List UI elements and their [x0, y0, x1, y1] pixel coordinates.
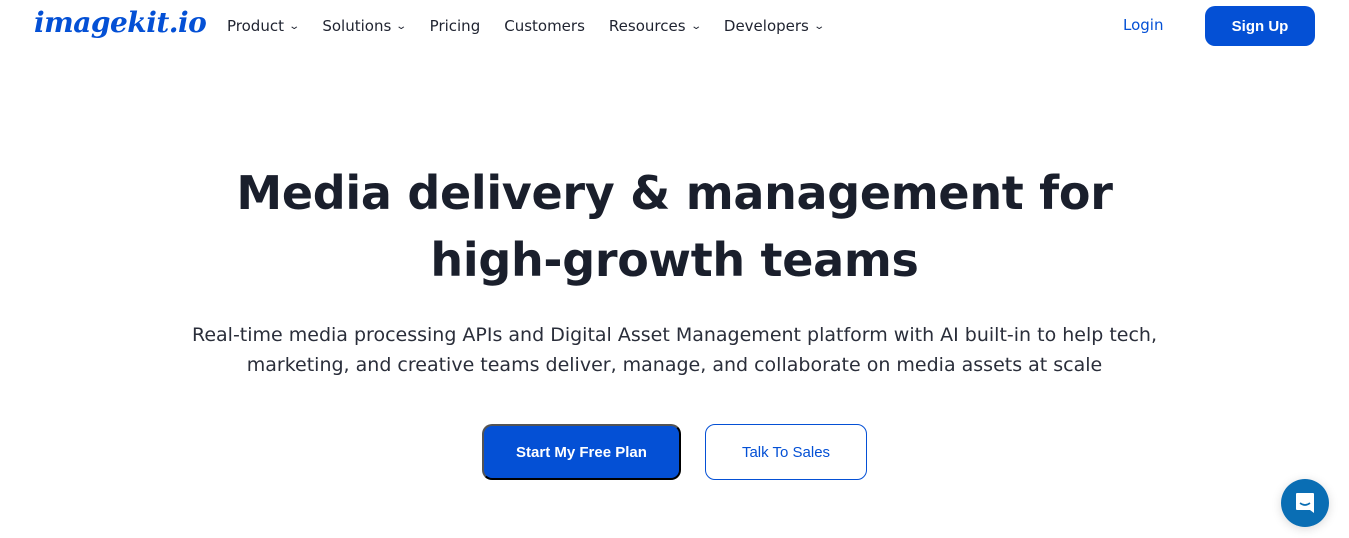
nav-pricing[interactable]: Pricing	[430, 17, 481, 35]
nav-label: Solutions	[322, 17, 392, 35]
top-nav: imagekit.io Product ⌄ Solutions ⌄ Pricing …	[0, 0, 1349, 52]
subtitle-line: marketing, and creative teams deliver, m…	[246, 354, 1103, 376]
hero-title: Media delivery & management for high-grow…	[0, 160, 1349, 294]
nav-customers[interactable]: Customers	[504, 17, 585, 35]
nav-menu: Product ⌄ Solutions ⌄ Pricing Customers Re…	[227, 17, 847, 35]
nav-product[interactable]: Product ⌄	[227, 17, 301, 35]
chat-bubble-icon	[1296, 493, 1314, 513]
nav-label: Developers	[723, 17, 809, 35]
nav-label: Pricing	[429, 17, 481, 35]
subtitle-line: Real-time media processing APIs and Digi…	[191, 324, 1158, 346]
nav-label: Customers	[504, 17, 585, 35]
title-line: high-growth teams	[430, 233, 919, 287]
nav-label: Resources	[608, 17, 686, 35]
nav-label: Product	[227, 17, 284, 35]
hero-subtitle: Real-time media processing APIs and Digi…	[0, 320, 1349, 380]
chevron-down-icon: ⌄	[813, 20, 825, 32]
chevron-down-icon: ⌄	[395, 20, 408, 32]
chevron-down-icon: ⌄	[689, 20, 702, 32]
start-free-plan-button[interactable]: Start My Free Plan	[482, 424, 681, 480]
signup-button[interactable]: Sign Up	[1205, 6, 1315, 46]
nav-resources[interactable]: Resources ⌄	[608, 17, 702, 35]
nav-solutions[interactable]: Solutions ⌄	[322, 17, 408, 35]
logo[interactable]: imagekit.io	[34, 6, 207, 39]
talk-to-sales-button[interactable]: Talk To Sales	[705, 424, 867, 480]
login-link[interactable]: Login	[1123, 16, 1163, 34]
title-line: Media delivery & management for	[236, 166, 1113, 220]
chat-button[interactable]	[1281, 479, 1329, 527]
nav-developers[interactable]: Developers ⌄	[723, 17, 825, 35]
chevron-down-icon: ⌄	[288, 20, 301, 32]
